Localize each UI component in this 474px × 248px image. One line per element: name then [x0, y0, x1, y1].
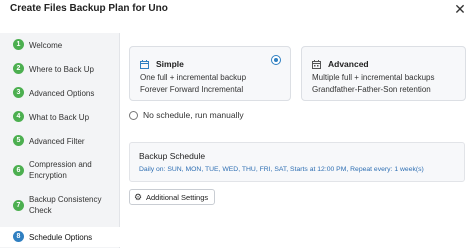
step-label: What to Back Up [29, 113, 90, 122]
step-label-line1: Backup Consistency [29, 195, 102, 204]
simple-plan-description-2: Forever Forward Incremental [140, 85, 244, 94]
advanced-plan-description-2: Grandfather-Father-Son retention [312, 85, 431, 94]
simple-plan-card[interactable]: Simple One full + incremental backup For… [129, 46, 291, 101]
sidebar-step-schedule-options[interactable]: 8 Schedule Options [0, 227, 120, 247]
step-label: Advanced Options [29, 89, 95, 98]
step-number-badge: 1 [13, 39, 24, 50]
no-schedule-label: No schedule, run manually [143, 110, 244, 120]
sidebar-step-where-to-back-up[interactable]: 2 Where to Back Up [0, 62, 120, 76]
window-title: Create Files Backup Plan for Uno [10, 3, 168, 14]
backup-schedule-panel: Backup Schedule Daily on: SUN, MON, TUE,… [129, 142, 465, 182]
close-icon[interactable]: ✕ [452, 1, 468, 17]
calendar-icon [140, 59, 149, 69]
advanced-plan-card[interactable]: Advanced Multiple full + incremental bac… [301, 46, 466, 101]
step-label-line2: Encryption [29, 171, 67, 180]
sidebar-step-welcome[interactable]: 1 Welcome [0, 38, 120, 52]
simple-plan-radio[interactable] [271, 55, 281, 65]
advanced-plan-name: Advanced [328, 59, 369, 69]
step-number-badge: 6 [13, 165, 24, 176]
simple-plan-name: Simple [156, 59, 184, 69]
step-label: Advanced Filter [29, 137, 85, 146]
sidebar-step-backup-consistency-check[interactable]: 7 Backup Consistency Check [0, 192, 120, 218]
step-number-badge: 3 [13, 87, 24, 98]
step-label: Welcome [29, 41, 63, 50]
sidebar-step-advanced-filter[interactable]: 5 Advanced Filter [0, 134, 120, 148]
step-number-badge: 5 [13, 135, 24, 146]
step-label: Schedule Options [29, 233, 93, 242]
gear-icon: ⚙ [134, 191, 143, 202]
backup-schedule-title: Backup Schedule [139, 151, 206, 161]
sidebar-step-advanced-options[interactable]: 3 Advanced Options [0, 86, 120, 100]
title-bar: Create Files Backup Plan for Uno ✕ [0, 0, 474, 26]
no-schedule-radio[interactable] [129, 110, 138, 120]
wizard-sidebar: 1 Welcome 2 Where to Back Up 3 Advanced … [0, 33, 120, 248]
advanced-plan-header: Advanced [312, 59, 369, 69]
step-label: Where to Back Up [29, 65, 94, 74]
step-label-line2: Check [29, 206, 52, 215]
step-label-line1: Compression and [29, 160, 92, 169]
step-number-badge: 8 [13, 231, 24, 242]
sidebar-step-what-to-back-up[interactable]: 4 What to Back Up [0, 110, 120, 124]
sidebar-step-compression-and-encryption[interactable]: 6 Compression and Encryption [0, 158, 120, 184]
additional-settings-label: Additional Settings [146, 192, 209, 202]
calendar-grid-icon [312, 59, 321, 69]
no-schedule-option[interactable]: No schedule, run manually [129, 110, 244, 120]
additional-settings-button[interactable]: ⚙ Additional Settings [129, 189, 216, 205]
backup-schedule-details-link[interactable]: Daily on: SUN, MON, TUE, WED, THU, FRI, … [139, 166, 424, 173]
advanced-plan-description-1: Multiple full + incremental backups [312, 73, 435, 82]
step-number-badge: 2 [13, 63, 24, 74]
step-number-badge: 4 [13, 111, 24, 122]
step-number-badge: 7 [13, 200, 24, 211]
simple-plan-description-1: One full + incremental backup [140, 73, 247, 82]
simple-plan-header: Simple [140, 59, 184, 69]
